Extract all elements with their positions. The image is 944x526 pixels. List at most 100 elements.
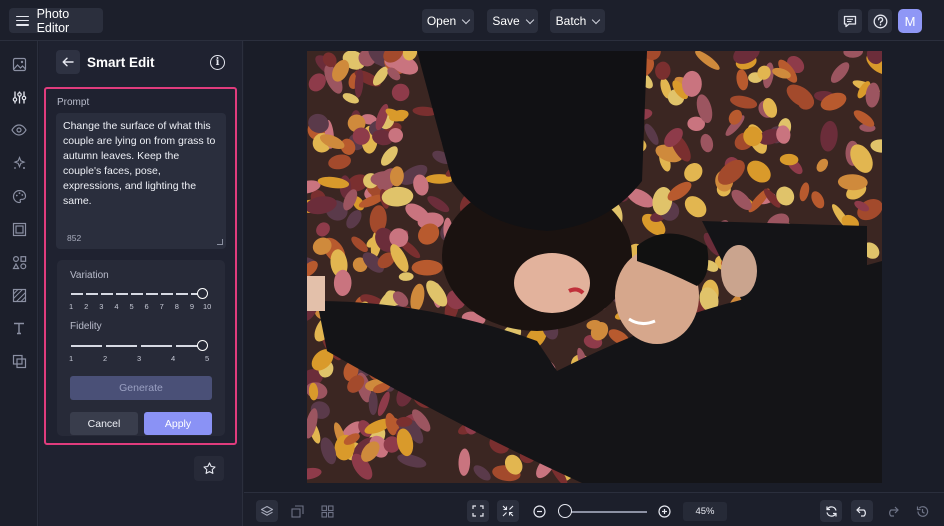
feedback-icon bbox=[843, 15, 857, 27]
settings-card: Variation 1 2 3 4 5 6 7 8 9 10 Fidelity 1 2 3 4 5 Gen… bbox=[57, 260, 225, 436]
batch-menu-label: Batch bbox=[555, 14, 587, 28]
fit-screen-button[interactable] bbox=[467, 500, 489, 522]
main-menu-button[interactable]: Photo Editor bbox=[9, 6, 103, 35]
graphics-tool[interactable] bbox=[11, 254, 27, 270]
top-bar: Photo Editor Open Save Batch M bbox=[0, 0, 944, 41]
history-icon bbox=[916, 505, 928, 517]
frame-icon bbox=[12, 222, 26, 236]
variation-tick-label: 8 bbox=[174, 302, 179, 311]
effects-tool[interactable] bbox=[11, 155, 27, 171]
image-tool[interactable] bbox=[11, 56, 27, 72]
texture-icon bbox=[12, 288, 26, 302]
cancel-button[interactable]: Cancel bbox=[70, 412, 138, 435]
fidelity-tick-label: 3 bbox=[137, 354, 142, 363]
variation-tick-label: 3 bbox=[99, 302, 104, 311]
star-icon bbox=[202, 462, 216, 474]
batch-menu-button[interactable]: Batch bbox=[550, 9, 605, 33]
paint-icon bbox=[12, 189, 26, 203]
actual-size-button[interactable] bbox=[497, 500, 519, 522]
effects-icon bbox=[12, 155, 26, 169]
chevron-down-icon bbox=[592, 15, 601, 24]
grid-button[interactable] bbox=[316, 500, 338, 522]
variation-tick-label: 9 bbox=[189, 302, 195, 311]
undo-button[interactable] bbox=[851, 500, 873, 522]
view-tool[interactable] bbox=[11, 122, 27, 138]
generate-button[interactable]: Generate bbox=[70, 376, 212, 400]
panel-title: Smart Edit bbox=[87, 55, 155, 70]
open-menu-button[interactable]: Open bbox=[422, 9, 474, 33]
eye-icon bbox=[11, 124, 27, 136]
zoom-out-button[interactable] bbox=[528, 500, 550, 522]
resize-grip-icon[interactable] bbox=[217, 239, 223, 245]
save-menu-button[interactable]: Save bbox=[487, 9, 538, 33]
variation-tick-label: 4 bbox=[114, 302, 119, 311]
leaf bbox=[368, 391, 378, 416]
image-icon bbox=[12, 57, 26, 71]
refresh-icon bbox=[825, 505, 837, 517]
back-button[interactable] bbox=[56, 50, 80, 74]
zoom-slider-track[interactable] bbox=[562, 511, 647, 513]
fidelity-tick-label: 4 bbox=[171, 354, 176, 363]
save-menu-label: Save bbox=[492, 14, 520, 28]
variation-thumb[interactable] bbox=[197, 288, 208, 299]
couple-photo bbox=[307, 51, 882, 483]
favorite-button[interactable] bbox=[194, 456, 224, 481]
app-title: Photo Editor bbox=[36, 6, 70, 35]
zoom-out-icon bbox=[532, 504, 546, 518]
fidelity-tick-label: 2 bbox=[103, 354, 108, 363]
frame-tool[interactable] bbox=[11, 221, 27, 237]
arrow-left-icon bbox=[62, 57, 74, 67]
variation-tick-label: 10 bbox=[203, 302, 212, 311]
feedback-button[interactable] bbox=[838, 9, 862, 33]
prompt-label: Prompt bbox=[57, 97, 90, 108]
zoom-slider-thumb[interactable] bbox=[558, 504, 572, 518]
compare-icon bbox=[290, 504, 304, 518]
compare-button[interactable] bbox=[286, 500, 308, 522]
info-icon[interactable]: i bbox=[210, 55, 225, 70]
chevron-down-icon bbox=[461, 15, 471, 24]
text-icon bbox=[14, 322, 24, 335]
overlay-tool[interactable] bbox=[11, 353, 27, 369]
variation-slider[interactable]: 1 2 3 4 5 6 7 8 9 10 bbox=[69, 286, 212, 312]
text-tool[interactable] bbox=[11, 320, 27, 336]
bottom-toolbar: 45% bbox=[244, 492, 944, 526]
variation-tick-label: 7 bbox=[159, 302, 164, 311]
redo-icon bbox=[888, 506, 899, 517]
open-menu-label: Open bbox=[426, 14, 457, 28]
expand-icon bbox=[472, 505, 484, 517]
help-button[interactable] bbox=[868, 9, 892, 33]
prompt-textarea[interactable]: Change the surface of what this couple a… bbox=[56, 113, 226, 249]
reset-button[interactable] bbox=[820, 500, 842, 522]
shrink-icon bbox=[502, 505, 514, 517]
adjust-tool[interactable] bbox=[11, 89, 27, 105]
fidelity-track bbox=[71, 345, 205, 347]
zoom-in-button[interactable] bbox=[653, 500, 675, 522]
graphics-icon bbox=[11, 255, 26, 269]
zoom-value[interactable]: 45% bbox=[683, 502, 727, 521]
leaf bbox=[411, 259, 443, 276]
texture-tool[interactable] bbox=[11, 287, 27, 303]
fidelity-thumb[interactable] bbox=[197, 340, 208, 351]
photo-canvas[interactable] bbox=[307, 51, 882, 483]
history-button[interactable] bbox=[911, 500, 933, 522]
help-icon bbox=[873, 14, 887, 28]
redo-button[interactable] bbox=[881, 500, 903, 522]
undo-icon bbox=[855, 506, 866, 517]
tool-rail bbox=[0, 41, 38, 526]
user-avatar[interactable]: M bbox=[898, 9, 922, 33]
prompt-character-count: 852 bbox=[67, 233, 82, 243]
overlay-icon bbox=[12, 354, 26, 368]
variation-tick-label: 1 bbox=[69, 302, 74, 311]
chevron-down-icon bbox=[525, 15, 534, 24]
grid-icon bbox=[320, 504, 334, 518]
variation-track bbox=[71, 293, 205, 295]
apply-button[interactable]: Apply bbox=[144, 412, 212, 435]
fidelity-label: Fidelity bbox=[70, 321, 102, 332]
paint-tool[interactable] bbox=[11, 188, 27, 204]
fidelity-slider[interactable]: 1 2 3 4 5 bbox=[69, 338, 212, 364]
variation-tick-label: 5 bbox=[129, 302, 134, 311]
layers-button[interactable] bbox=[256, 500, 278, 522]
zoom-in-icon bbox=[657, 504, 671, 518]
variation-tick-label: 6 bbox=[144, 302, 149, 311]
adjust-icon bbox=[12, 91, 26, 103]
